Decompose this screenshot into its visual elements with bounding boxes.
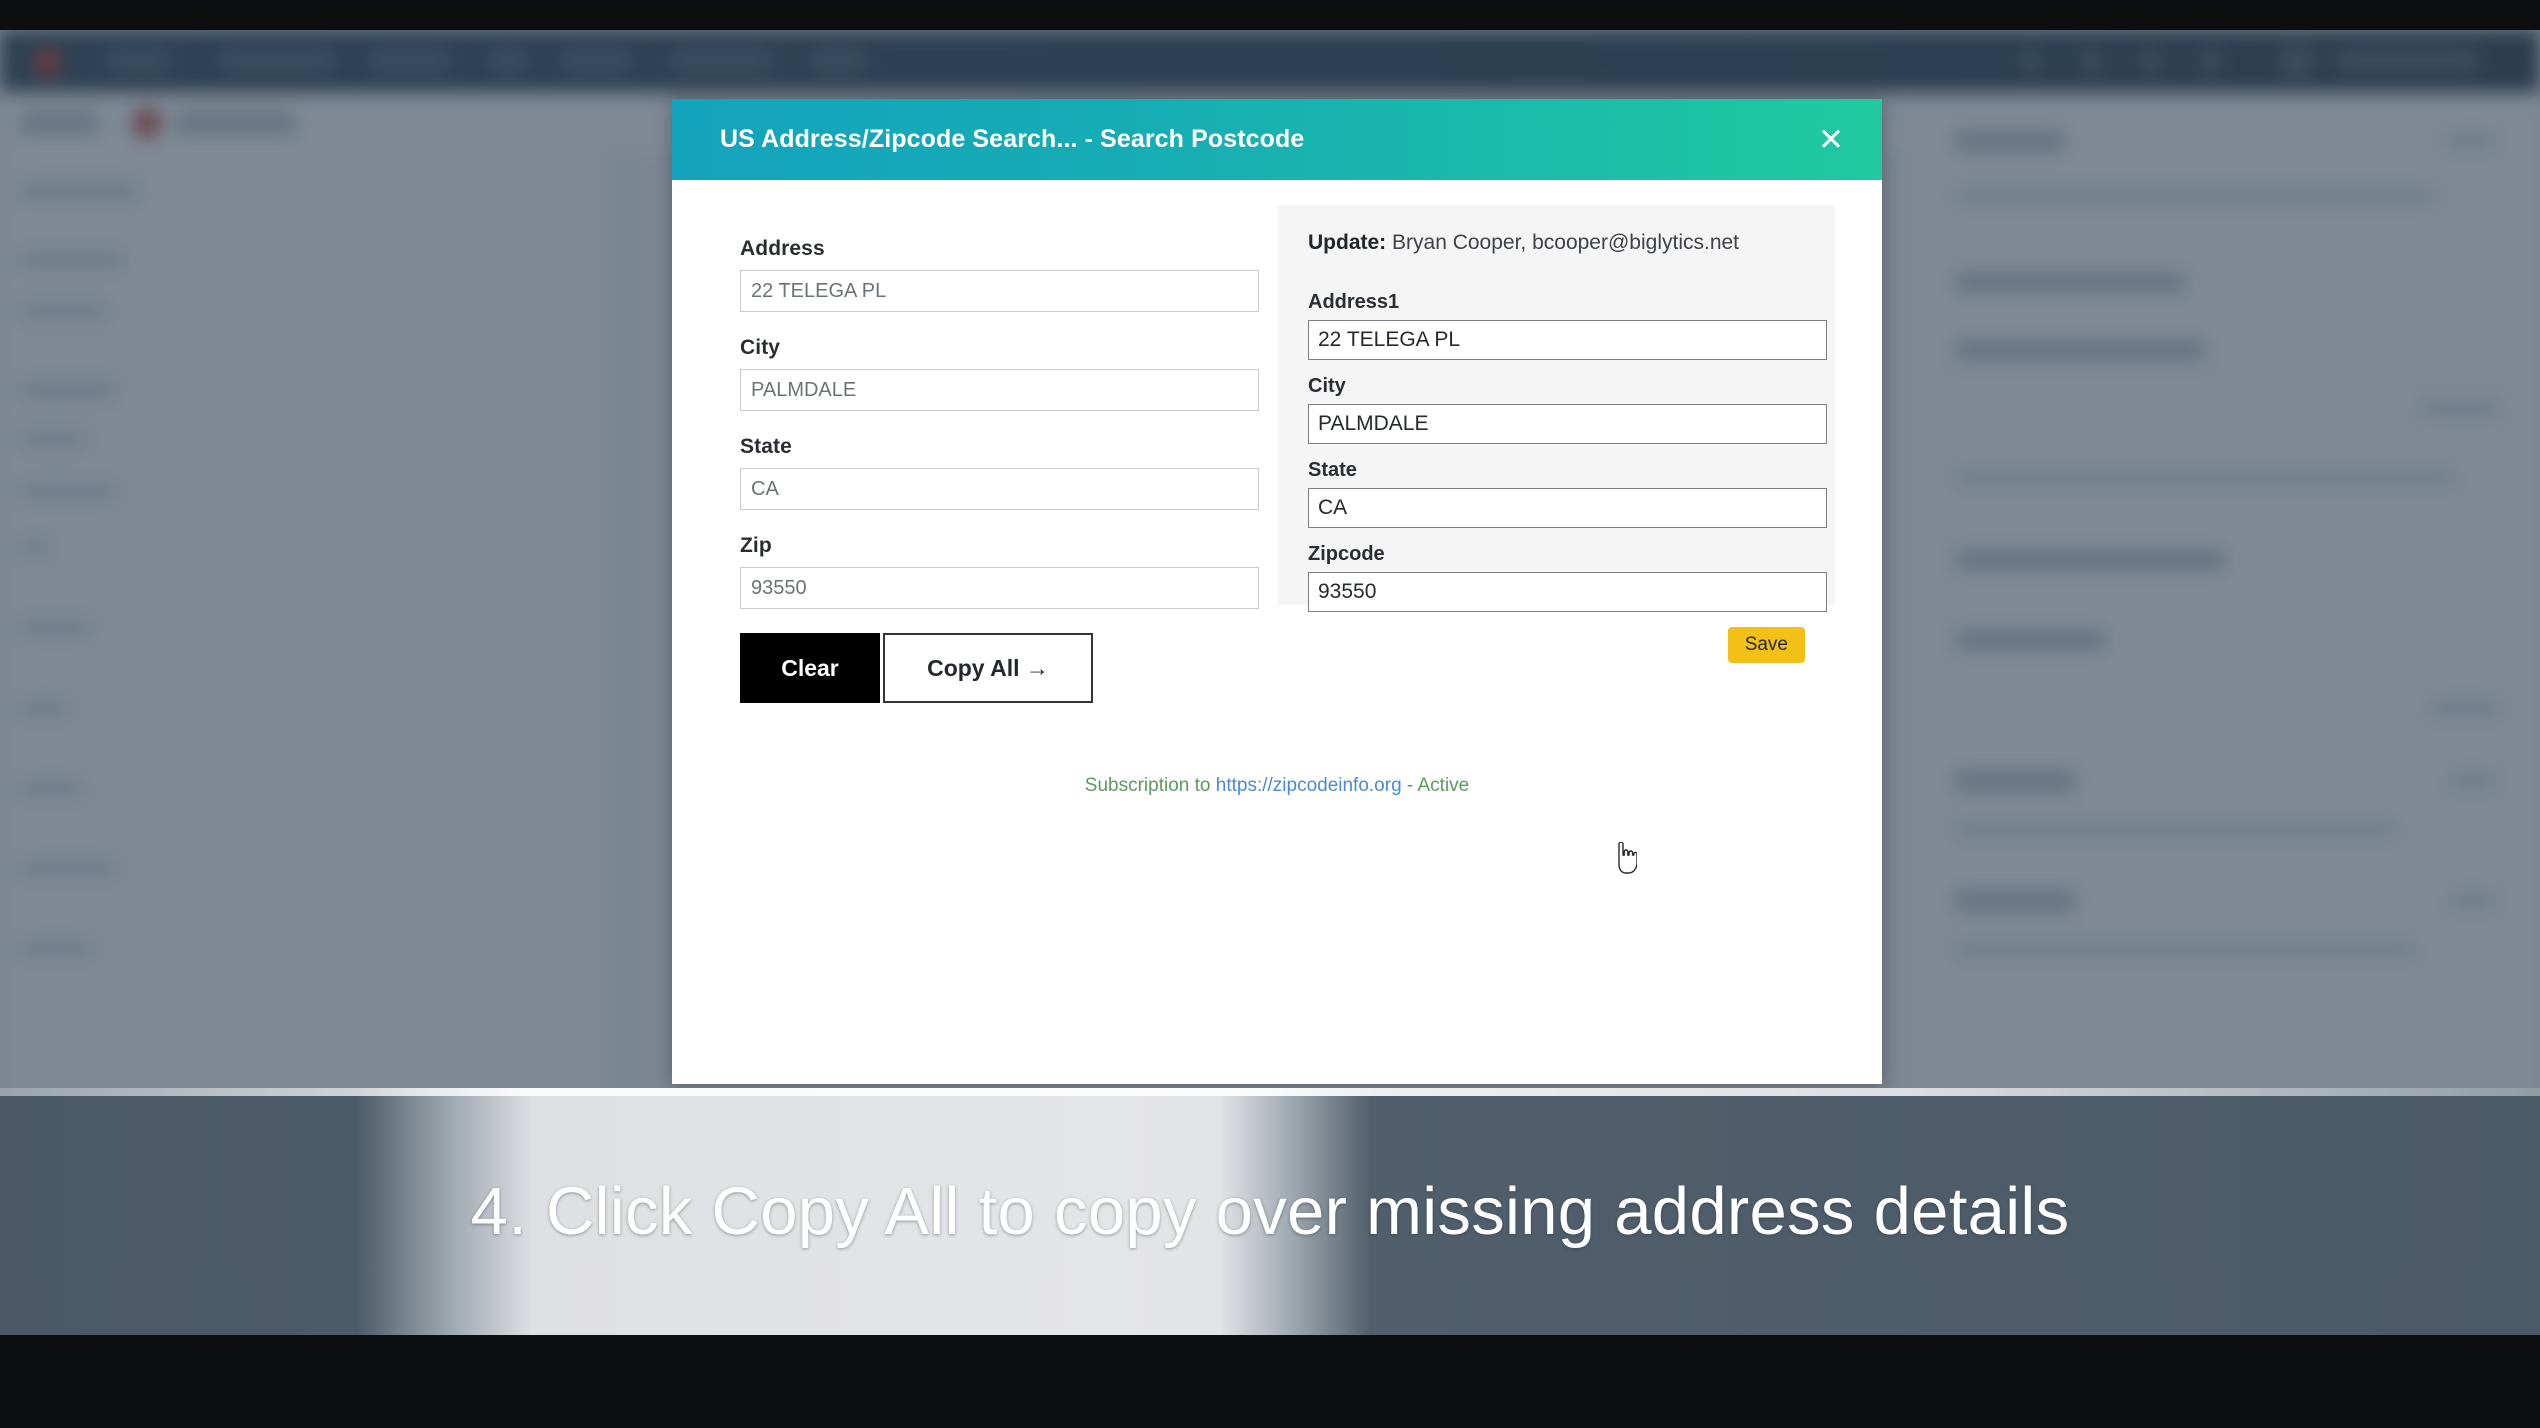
address-search-modal: US Address/Zipcode Search... - Search Po… xyxy=(672,99,1882,1084)
update-contact-detail: Bryan Cooper, bcooper@biglytics.net xyxy=(1392,231,1740,254)
caption-overlay-band: 4. Click Copy All to copy over missing a… xyxy=(0,1088,2540,1335)
update-state-label: State xyxy=(1308,459,1357,481)
address1-label: Address1 xyxy=(1308,291,1400,313)
address-label: Address xyxy=(740,237,825,260)
update-state-input[interactable] xyxy=(1308,488,1827,528)
caption-text: 4. Click Copy All to copy over missing a… xyxy=(470,1174,2070,1249)
state-label: State xyxy=(740,435,792,458)
letterbox-bottom xyxy=(0,1335,2540,1428)
form-button-row: Clear Copy All → xyxy=(740,633,1265,703)
city-input[interactable] xyxy=(740,369,1259,411)
copy-all-button[interactable]: Copy All → xyxy=(883,633,1093,703)
update-record-panel: Update: Bryan Cooper, bcooper@biglytics.… xyxy=(1278,205,1835,663)
update-record-header: Update: Bryan Cooper, bcooper@biglytics.… xyxy=(1308,231,1805,255)
save-button-row: Save xyxy=(1308,627,1805,663)
update-city-label: City xyxy=(1308,375,1346,397)
update-city-input[interactable] xyxy=(1308,404,1827,444)
city-label: City xyxy=(740,336,781,359)
modal-header: US Address/Zipcode Search... - Search Po… xyxy=(672,99,1882,180)
zipcode-input[interactable] xyxy=(1308,572,1827,612)
subscription-prefix: Subscription to xyxy=(1084,775,1216,796)
mouse-pointer-hand-icon xyxy=(1618,842,1637,874)
address1-input[interactable] xyxy=(1308,320,1827,360)
subscription-suffix: - Active xyxy=(1401,775,1470,796)
zip-label: Zip xyxy=(740,534,772,557)
update-label: Update: xyxy=(1308,231,1387,254)
subscription-status: Subscription to https://zipcodeinfo.org … xyxy=(672,775,1882,797)
screen-recording-frame: US Address/Zipcode Search... - Search Po… xyxy=(0,0,2540,1428)
address-search-form: Address City State Zip Clear Copy All → xyxy=(740,237,1265,703)
letterbox-top xyxy=(0,0,2540,30)
clear-button[interactable]: Clear xyxy=(740,633,880,703)
zip-input[interactable] xyxy=(740,567,1259,609)
save-button[interactable]: Save xyxy=(1727,627,1805,663)
zipcode-label: Zipcode xyxy=(1308,543,1385,565)
modal-body: Address City State Zip Clear Copy All → … xyxy=(672,180,1882,1084)
modal-title: US Address/Zipcode Search... - Search Po… xyxy=(720,125,1305,153)
subscription-link[interactable]: https://zipcodeinfo.org xyxy=(1216,775,1402,796)
address-input[interactable] xyxy=(740,270,1259,312)
close-icon[interactable]: ✕ xyxy=(1810,119,1852,161)
state-input[interactable] xyxy=(740,468,1259,510)
